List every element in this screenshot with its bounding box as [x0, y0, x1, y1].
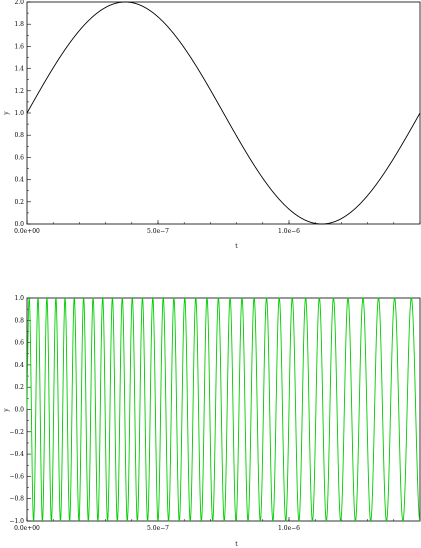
y-tick-label: 0.2: [14, 199, 24, 206]
y-tick-label: 0.4: [14, 362, 24, 369]
y-tick-label: 0.0: [14, 407, 24, 414]
y-tick-label: −0.6: [9, 473, 24, 480]
figure: 0.0 0.2 0.4 0.6 0.8 1.0 1.2 1.4 1.6 1.8 2.0 0.0e+00…: [3, 0, 421, 548]
y-tick-label: 0.6: [14, 154, 24, 161]
x-axis-label: t: [235, 541, 238, 548]
x-tick-label: 5.0e−7: [147, 525, 169, 532]
y-tick-label: 0.4: [14, 177, 24, 184]
x-tick-label: 1.0e−6: [278, 525, 300, 532]
y-tick-label: 1.0: [14, 110, 24, 117]
top-chart: 0.0 0.2 0.4 0.6 0.8 1.0 1.2 1.4 1.6 1.8 2.0 0.0e+00…: [3, 0, 421, 250]
y-tick-label: 1.8: [14, 21, 24, 28]
series-line: [26, 1, 421, 225]
x-tick-label: 0.0e+00: [14, 525, 40, 532]
y-axis-label: y: [3, 408, 10, 413]
y-tick-label: −0.4: [9, 451, 24, 458]
y-tick-label: 2.0: [14, 0, 24, 6]
y-axis-label: y: [3, 111, 10, 116]
y-tick-label: 0.8: [14, 317, 24, 324]
y-tick-label: 0.0: [14, 221, 24, 228]
x-axis-label: t: [235, 243, 238, 250]
x-tick-label: 5.0e−7: [147, 228, 169, 235]
y-tick-label: 0.8: [14, 132, 24, 139]
bottom-chart: −1.0 −0.8 −0.6 −0.4 −0.2 0.0 0.2 0.4 0.6 0.8 1.0 0.…: [3, 295, 421, 548]
y-tick-label: 1.6: [14, 43, 24, 50]
y-tick-label: 1.0: [14, 295, 24, 302]
series-line: [26, 296, 421, 523]
y-tick-label: 1.4: [14, 66, 24, 73]
x-tick-label: 0.0e+00: [14, 228, 40, 235]
y-tick-label: 1.2: [14, 88, 24, 95]
y-tick-label: −0.2: [9, 429, 24, 436]
y-tick-label: −1.0: [9, 518, 24, 525]
y-tick-label: −0.8: [9, 496, 24, 503]
y-tick-label: 0.2: [14, 384, 24, 391]
x-tick-label: 1.0e−6: [278, 228, 300, 235]
y-tick-label: 0.6: [14, 340, 24, 347]
